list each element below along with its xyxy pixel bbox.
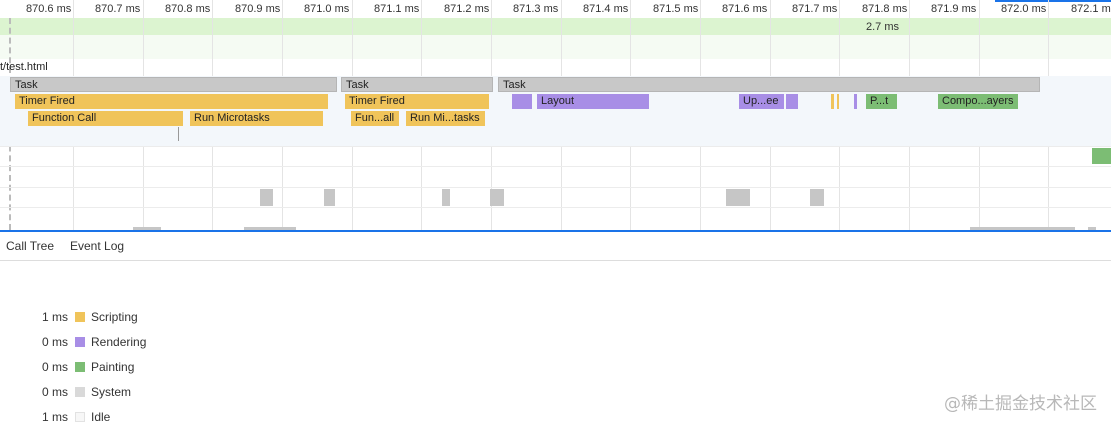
rendering-bar[interactable]	[786, 94, 798, 109]
rendering-sliver[interactable]	[854, 94, 857, 109]
tick-label: 871.1 ms	[374, 3, 420, 15]
summary-value: 1 ms	[41, 310, 68, 324]
tick-label: 871.6 ms	[722, 3, 768, 15]
scripting-sliver[interactable]	[837, 94, 839, 109]
tick-label: 871.9 ms	[931, 3, 977, 15]
tick-label: 871.7 ms	[792, 3, 838, 15]
paint-event[interactable]	[1092, 148, 1111, 164]
painting-swatch	[75, 362, 85, 372]
thread-event[interactable]	[442, 189, 450, 206]
summary-label: Scripting	[91, 310, 138, 324]
run-microtasks-bar[interactable]: Run Microtasks	[190, 111, 323, 126]
tick-label: 871.3 ms	[513, 3, 559, 15]
tick-label: 871.0 ms	[304, 3, 350, 15]
rendering-swatch	[75, 337, 85, 347]
summary-label: System	[91, 385, 132, 399]
selection-duration: 2.7 ms	[866, 21, 900, 33]
summary-value: 0 ms	[41, 385, 68, 399]
update-layer-tree-bar[interactable]: Up...ee	[739, 94, 784, 109]
row-separator	[0, 166, 1111, 167]
tick-label: 871.2 ms	[444, 3, 490, 15]
task-bar[interactable]: Task	[498, 77, 1040, 92]
selection-range[interactable]	[0, 18, 1111, 35]
thread-event[interactable]	[490, 189, 504, 206]
system-swatch	[75, 387, 85, 397]
scroll-indicator[interactable]	[995, 0, 1111, 2]
function-call-bar[interactable]: Fun...all	[351, 111, 399, 126]
summary-label: Idle	[91, 410, 111, 424]
row-separator	[0, 207, 1111, 208]
task-bar[interactable]: Task	[341, 77, 493, 92]
thread-event[interactable]	[810, 189, 824, 206]
summary-label: Rendering	[91, 335, 147, 349]
call-stack-tick	[178, 127, 179, 141]
idle-swatch	[75, 412, 85, 422]
thread-event[interactable]	[726, 189, 750, 206]
watermark: @稀土掘金技术社区	[944, 394, 1097, 414]
scripting-sliver[interactable]	[831, 94, 834, 109]
tick-label: 870.9 ms	[235, 3, 281, 15]
timer-fired-bar[interactable]: Timer Fired	[345, 94, 489, 109]
task-bar[interactable]: Task	[10, 77, 337, 92]
row-separator	[0, 187, 1111, 188]
summary-value: 0 ms	[41, 360, 68, 374]
run-microtasks-bar[interactable]: Run Mi...tasks	[406, 111, 485, 126]
thread-event[interactable]	[324, 189, 335, 206]
overview-band	[0, 35, 1111, 59]
function-call-bar[interactable]: Function Call	[28, 111, 183, 126]
composite-layers-bar[interactable]: Compo...ayers	[938, 94, 1018, 109]
paint-bar[interactable]: P...t	[866, 94, 897, 109]
row-separator	[0, 146, 1111, 147]
time-ruler: 870.6 ms 870.7 ms 870.8 ms 870.9 ms 871.…	[0, 0, 1111, 19]
summary-label: Painting	[91, 360, 135, 374]
tick-label: 871.8 ms	[862, 3, 908, 15]
tick-label: 871.5 ms	[653, 3, 699, 15]
tab-call-tree[interactable]: Call Tree	[6, 239, 54, 253]
thread-event[interactable]	[260, 189, 273, 206]
tab-event-log[interactable]: Event Log	[70, 239, 124, 253]
details-tab-strip: Call Tree Event Log	[0, 230, 1111, 261]
track-title: t/test.html	[0, 61, 48, 73]
summary-value: 1 ms	[41, 410, 68, 424]
tick-label: 870.6 ms	[26, 3, 72, 15]
timer-fired-bar[interactable]: Timer Fired	[15, 94, 328, 109]
layout-bar[interactable]: Layout	[537, 94, 649, 109]
tick-label: 872.0 ms	[1001, 3, 1047, 15]
tick-label: 872.1 ms	[1071, 3, 1111, 15]
tick-label: 870.7 ms	[95, 3, 141, 15]
tick-label: 871.4 ms	[583, 3, 629, 15]
rendering-bar[interactable]	[512, 94, 532, 109]
scripting-swatch	[75, 312, 85, 322]
summary-value: 0 ms	[41, 335, 68, 349]
tick-label: 870.8 ms	[165, 3, 211, 15]
